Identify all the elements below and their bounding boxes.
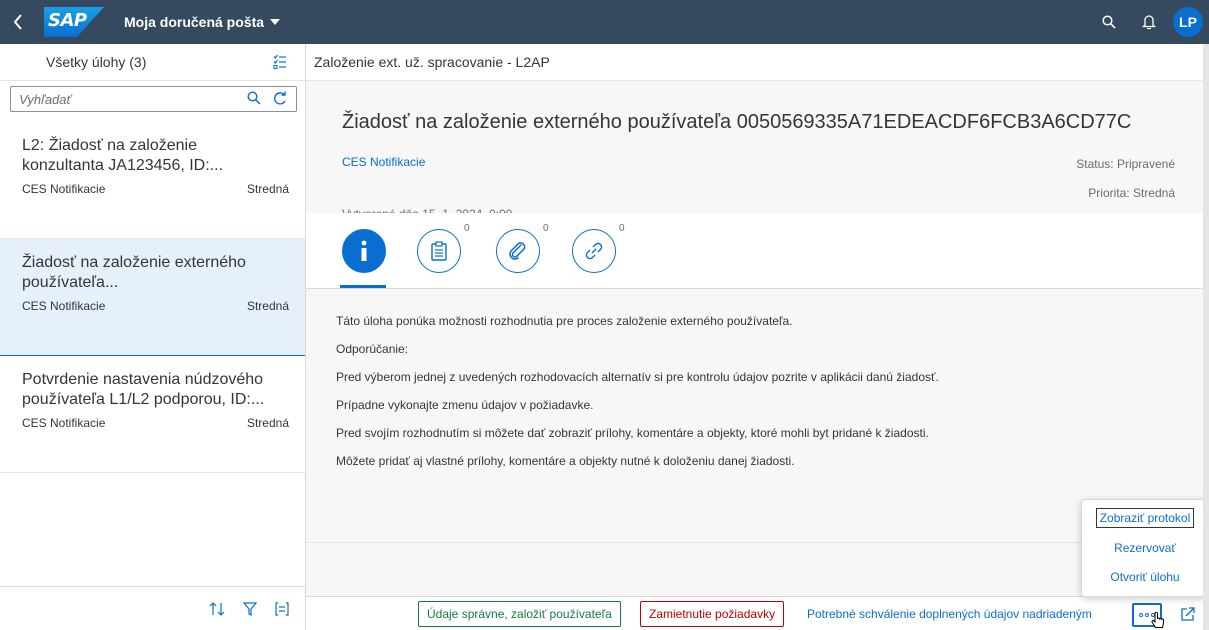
description-line: Pred svojím rozhodnutím si môžete dať zo… xyxy=(336,426,929,440)
icon-tab-bar: 0 0 0 xyxy=(306,213,1203,289)
hand-cursor-icon xyxy=(1151,612,1164,628)
description-line: Odporúčanie: xyxy=(336,342,409,356)
task-list-item[interactable]: L2: Žiadosť na založenie konzultanta JA1… xyxy=(0,122,305,239)
filter-icon[interactable] xyxy=(243,601,257,616)
scrollbar[interactable] xyxy=(1203,44,1209,630)
more-actions-popover: Zobraziť protokol Rezervovať Otvoriť úlo… xyxy=(1081,499,1208,597)
task-title-line1: L2: Žiadosť na založenie xyxy=(22,137,197,154)
priority-text: Priorita: Stredná xyxy=(1088,186,1175,200)
tab-attachments[interactable]: 0 xyxy=(496,223,549,275)
detail-bar-title: Založenie ext. už. spracovanie - L2AP xyxy=(314,54,550,70)
description-line: Táto úloha ponúka možnosti rozhodnutia p… xyxy=(336,314,793,328)
notifications-button[interactable] xyxy=(1129,0,1169,44)
menu-item-label: Rezervovať xyxy=(1114,541,1176,555)
task-priority: Stredná xyxy=(246,416,289,430)
menu-item-label: Zobraziť protokol xyxy=(1095,508,1195,528)
refresh-icon[interactable] xyxy=(273,91,287,106)
task-title-line1: Potvrdenie nastavenia núdzového xyxy=(22,371,264,388)
open-task-menu-item[interactable]: Otvoriť úlohu xyxy=(1082,563,1208,591)
task-detail-panel: Založenie ext. už. spracovanie - L2AP Ži… xyxy=(306,44,1203,586)
search-icon xyxy=(1102,15,1116,29)
task-list-item[interactable]: Potvrdenie nastavenia núdzového používat… xyxy=(0,356,305,473)
task-source: CES Notifikacie xyxy=(22,416,106,430)
task-list-header: Všetky úlohy (3) xyxy=(0,44,305,81)
task-title-line2: konzultanta JA123456, ID:... xyxy=(22,157,224,174)
description-line: Pred výberom jednej z uvedených rozhodov… xyxy=(336,370,939,384)
task-title-line1: Žiadosť na založenie externého xyxy=(22,254,246,271)
chevron-left-icon xyxy=(13,14,22,30)
share-icon xyxy=(1181,607,1195,621)
description-line: Prípadne vykonajte zmenu údajov v požiad… xyxy=(336,398,594,412)
task-source: CES Notifikacie xyxy=(22,182,106,196)
description-line: Môžete pridať aj vlastné prílohy, koment… xyxy=(336,454,795,468)
group-icon[interactable] xyxy=(275,601,289,616)
task-list-footer xyxy=(0,586,305,630)
back-button[interactable] xyxy=(0,0,36,44)
link-icon xyxy=(585,242,603,260)
task-priority: Stredná xyxy=(246,182,289,196)
search-icon[interactable] xyxy=(247,91,261,105)
escalate-button[interactable]: Potrebné schválenie doplnených údajov na… xyxy=(798,601,1101,627)
reserve-menu-item[interactable]: Rezervovať xyxy=(1082,534,1208,562)
decision-footer: Údaje správne, založiť používateľa Zamie… xyxy=(306,596,1203,630)
task-title-line2: používateľa L1/L2 podporou, ID:... xyxy=(22,391,265,408)
sap-logo[interactable]: SAP xyxy=(44,7,104,37)
app-title: Moja doručená pošta xyxy=(124,14,265,30)
task-list-item-selected[interactable]: Žiadosť na založenie externého používate… xyxy=(0,239,305,356)
tab-links[interactable]: 0 xyxy=(572,223,625,275)
status-text: Status: Pripravené xyxy=(1076,157,1175,171)
open-in-new-button[interactable] xyxy=(1176,601,1200,627)
divider xyxy=(306,542,1203,543)
notes-count: 0 xyxy=(464,223,470,234)
app-title-menu[interactable]: Moja doručená pošta xyxy=(124,14,281,30)
task-source: CES Notifikacie xyxy=(22,299,106,313)
description-section: Táto úloha ponúka možnosti rozhodnutia p… xyxy=(306,290,1203,543)
search-input[interactable]: Vyhľadať xyxy=(10,86,297,112)
tab-info[interactable] xyxy=(342,229,388,275)
search-placeholder: Vyhľadať xyxy=(19,91,72,107)
user-avatar[interactable]: LP xyxy=(1173,7,1203,37)
task-list-panel: Všetky úlohy (3) Vyhľadať L2: Žiadosť na… xyxy=(0,44,306,630)
notes-icon xyxy=(431,241,447,261)
reject-button[interactable]: Zamietnutie požiadavky xyxy=(640,601,785,627)
sort-icon[interactable] xyxy=(209,601,225,616)
task-list-title: Všetky úlohy (3) xyxy=(46,54,147,70)
accept-button[interactable]: Údaje správne, založiť používateľa xyxy=(418,601,621,627)
attachments-count: 0 xyxy=(543,223,549,234)
bell-icon xyxy=(1142,15,1156,30)
tab-notes[interactable]: 0 xyxy=(417,223,470,275)
search-button[interactable] xyxy=(1089,0,1129,44)
attachment-icon xyxy=(509,242,526,260)
task-priority: Stredná xyxy=(246,299,289,313)
task-source-link[interactable]: CES Notifikacie xyxy=(342,155,425,169)
task-title-line2: používateľa... xyxy=(22,274,119,291)
show-log-menu-item[interactable]: Zobraziť protokol xyxy=(1082,504,1208,532)
caret-down-icon xyxy=(270,19,281,25)
multi-select-icon[interactable] xyxy=(273,54,287,70)
shell-bar: SAP Moja doručená pošta LP xyxy=(0,0,1209,44)
task-title: Žiadosť na založenie externého používate… xyxy=(342,111,1132,133)
links-count: 0 xyxy=(619,223,625,234)
menu-item-label: Otvoriť úlohu xyxy=(1110,570,1180,584)
info-icon xyxy=(361,240,367,261)
task-list: L2: Žiadosť na založenie konzultanta JA1… xyxy=(0,122,305,473)
active-tab-indicator xyxy=(340,285,386,288)
detail-title-bar: Založenie ext. už. spracovanie - L2AP xyxy=(306,44,1203,81)
